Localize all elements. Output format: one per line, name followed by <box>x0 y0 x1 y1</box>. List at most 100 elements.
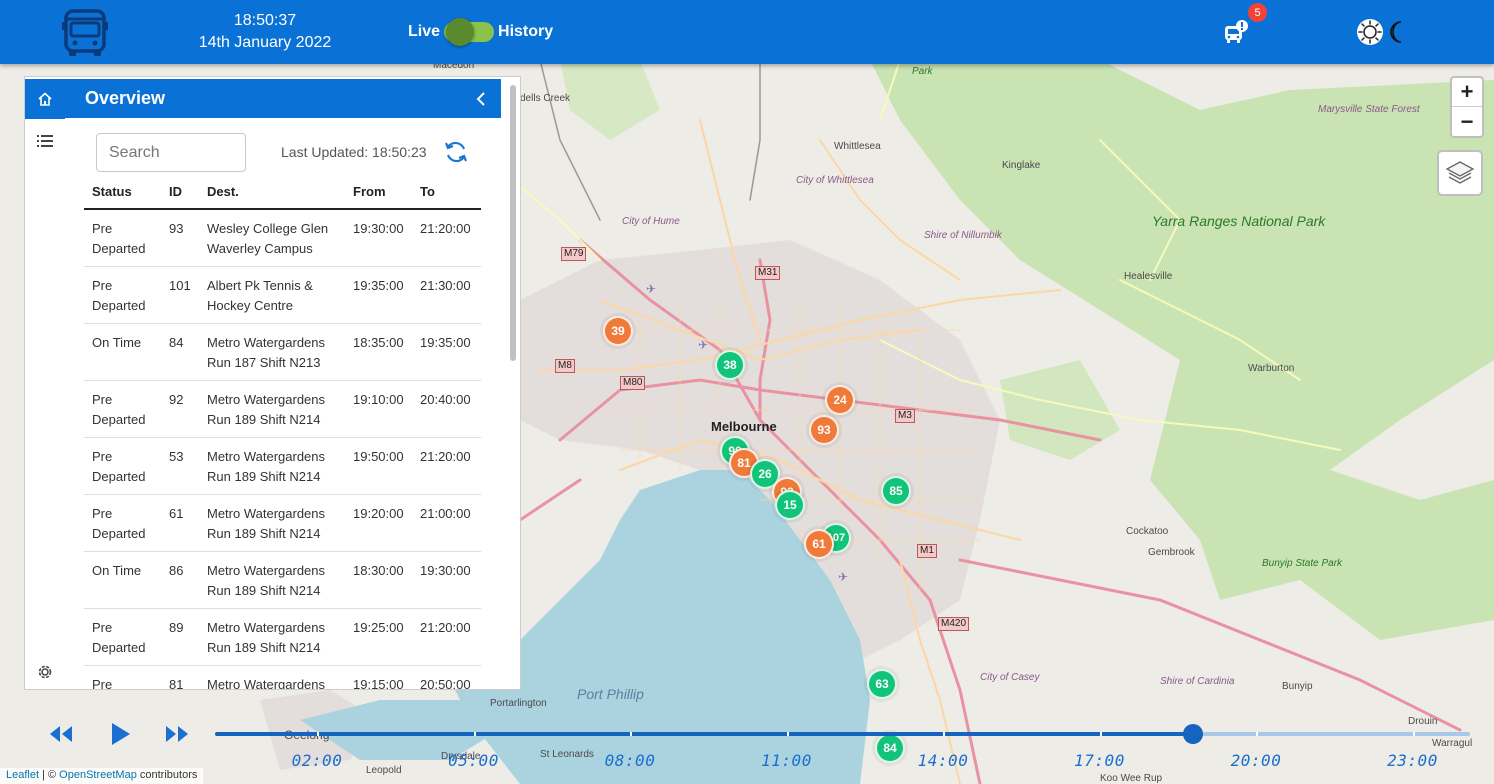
tab-list[interactable] <box>25 121 65 161</box>
timeline-slider[interactable] <box>215 732 1470 736</box>
cell-to: 19:30:00 <box>412 551 481 609</box>
timeline-tick <box>1412 732 1415 736</box>
search-input[interactable] <box>96 133 246 172</box>
bus-cluster[interactable]: 39 <box>603 316 633 346</box>
alert-count-badge: 5 <box>1248 3 1267 22</box>
cell-id: 93 <box>161 209 199 267</box>
sidebar-header: Overview <box>65 79 501 118</box>
toggle-knob[interactable] <box>446 18 475 46</box>
gear-icon <box>38 665 52 679</box>
place-city-whittlesea: City of Whittlesea <box>796 175 874 186</box>
playback-bar: 02:00 05:00 08:00 11:00 14:00 17:00 20:00 23:00 <box>0 716 1494 784</box>
cell-to: 21:20:00 <box>412 608 481 666</box>
home-icon <box>38 92 52 106</box>
zoom-out-button[interactable]: − <box>1452 107 1482 136</box>
cell-from: 19:30:00 <box>345 209 412 267</box>
attribution-sep: | © <box>39 769 60 781</box>
timeline-tick-label: 20:00 <box>1230 751 1282 770</box>
cell-id: 92 <box>161 380 199 438</box>
table-row[interactable]: Pre 81 Metro Watergardens 19:15:00 20:50:00 <box>84 665 481 689</box>
place-healesville: Healesville <box>1124 271 1173 282</box>
cell-dest: Metro Watergardens Run 189 Shift N214 <box>199 380 345 438</box>
current-date: 14th January 2022 <box>198 34 332 51</box>
table-row[interactable]: Pre Departed 101 Albert Pk Tennis & Hockey… <box>84 266 481 324</box>
cell-from: 19:35:00 <box>345 266 412 324</box>
chevron-left-icon[interactable] <box>473 89 489 109</box>
table-row[interactable]: Pre Departed 89 Metro Watergardens Run 189… <box>84 608 481 666</box>
cell-status: Pre <box>84 665 161 689</box>
map-attribution: Leaflet | © OpenStreetMap contributors <box>0 768 204 784</box>
cell-id: 86 <box>161 551 199 609</box>
attribution-contributors: contributors <box>136 769 198 781</box>
scrollbar-thumb[interactable] <box>510 85 516 361</box>
sidebar-scrollbar[interactable] <box>509 81 517 687</box>
place-shire-cardinia: Shire of Cardinia <box>1160 676 1235 687</box>
cell-status: Pre Departed <box>84 209 161 267</box>
table-header-row: Status ID Dest. From To <box>84 175 481 210</box>
cell-status: On Time <box>84 551 161 609</box>
list-icon <box>37 135 53 147</box>
overview-sidebar: Overview Last Updated: 18:50:23 Status I… <box>24 76 521 690</box>
bus-cluster[interactable]: 38 <box>715 350 745 380</box>
timeline-tick-label: 14:00 <box>917 751 969 770</box>
place-melbourne: Melbourne <box>711 419 777 434</box>
layers-button[interactable] <box>1437 150 1483 196</box>
table-row[interactable]: Pre Departed 92 Metro Watergardens Run 189… <box>84 380 481 438</box>
bus-cluster[interactable]: 15 <box>775 490 805 520</box>
live-history-toggle[interactable]: Live History <box>408 18 553 46</box>
table-row[interactable]: Pre Departed 61 Metro Watergardens Run 189… <box>84 494 481 552</box>
column-header-dest[interactable]: Dest. <box>199 175 345 210</box>
bus-cluster[interactable]: 93 <box>809 415 839 445</box>
bus-cluster[interactable]: 85 <box>881 476 911 506</box>
current-time: 18:50:37 <box>233 12 297 29</box>
column-header-id[interactable]: ID <box>161 175 199 210</box>
timeline-tick <box>786 732 789 736</box>
timeline-tick <box>943 732 945 736</box>
fast-forward-icon[interactable] <box>162 724 192 744</box>
table-row[interactable]: On Time 86 Metro Watergardens Run 189 Shif… <box>84 551 481 609</box>
osm-link[interactable]: OpenStreetMap <box>59 769 137 781</box>
timeline-tick <box>473 732 476 736</box>
timeline-thumb[interactable] <box>1182 724 1203 744</box>
table-row[interactable]: Pre Departed 93 Wesley College Glen Waverl… <box>84 209 481 267</box>
cell-id: 84 <box>161 323 199 381</box>
cell-id: 53 <box>161 437 199 495</box>
cell-id: 89 <box>161 608 199 666</box>
column-header-to[interactable]: To <box>412 175 481 210</box>
timeline-tick-label: 17:00 <box>1074 751 1125 770</box>
place-marysville: Marysville State Forest <box>1318 104 1420 115</box>
rewind-icon[interactable] <box>46 724 76 744</box>
tab-home[interactable] <box>25 79 65 119</box>
place-cockatoo: Cockatoo <box>1126 526 1169 537</box>
place-city-casey: City of Casey <box>980 672 1040 683</box>
place-warburton: Warburton <box>1248 363 1295 374</box>
table-row[interactable]: Pre Departed 53 Metro Watergardens Run 189… <box>84 437 481 495</box>
cell-to: 21:20:00 <box>412 209 481 267</box>
sun-icon[interactable] <box>1356 18 1384 46</box>
cell-id: 81 <box>161 665 199 689</box>
play-icon[interactable] <box>110 721 132 747</box>
refresh-icon[interactable] <box>443 139 469 165</box>
place-bunyip: Bunyip <box>1282 681 1313 692</box>
zoom-in-button[interactable]: + <box>1452 78 1482 107</box>
column-header-status[interactable]: Status <box>84 175 161 210</box>
leaflet-link[interactable]: Leaflet <box>6 769 39 781</box>
place-yarra-ranges: Yarra Ranges National Park <box>1152 213 1326 229</box>
bus-alert-icon[interactable] <box>1222 18 1250 46</box>
cell-to: 21:00:00 <box>412 494 481 552</box>
toggle-switch[interactable] <box>444 18 495 46</box>
cell-status: Pre Departed <box>84 437 161 495</box>
bus-cluster[interactable]: 24 <box>825 385 855 415</box>
trips-table: Status ID Dest. From To Pre Departed 93 We… <box>84 175 481 689</box>
layers-icon <box>1445 161 1475 184</box>
moon-icon[interactable] <box>1389 20 1409 44</box>
table-row[interactable]: On Time 84 Metro Watergardens Run 187 Shif… <box>84 323 481 381</box>
timeline-tick-label: 02:00 <box>291 751 343 770</box>
tab-settings[interactable] <box>25 652 65 689</box>
column-header-from[interactable]: From <box>345 175 412 210</box>
timeline-tick <box>1256 732 1258 736</box>
live-label: Live <box>408 23 441 40</box>
bus-cluster[interactable]: 63 <box>867 669 897 699</box>
place-city-hume: City of Hume <box>622 216 680 227</box>
bus-cluster[interactable]: 61 <box>804 529 834 559</box>
